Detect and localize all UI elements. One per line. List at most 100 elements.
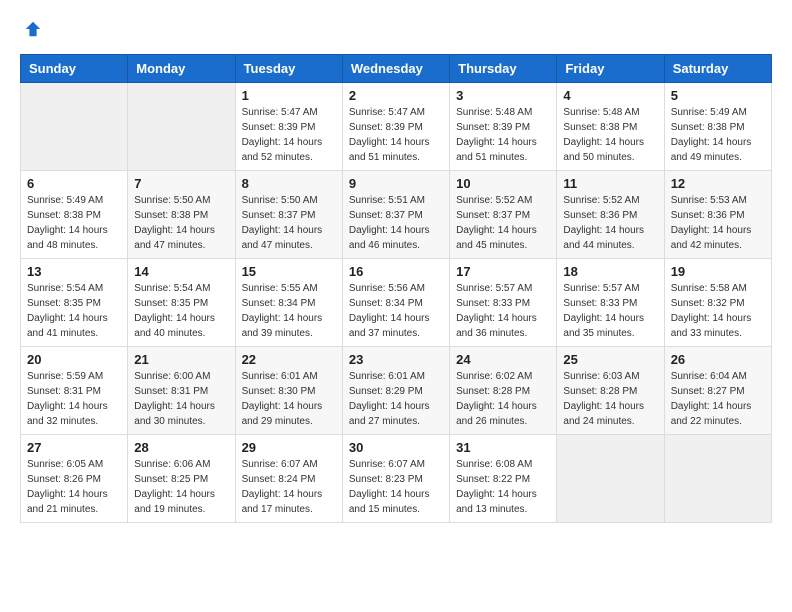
- day-number: 24: [456, 352, 550, 367]
- day-number: 10: [456, 176, 550, 191]
- day-info: Sunrise: 5:52 AMSunset: 8:36 PMDaylight:…: [563, 193, 657, 253]
- day-info: Sunrise: 5:50 AMSunset: 8:37 PMDaylight:…: [242, 193, 336, 253]
- day-info: Sunrise: 6:06 AMSunset: 8:25 PMDaylight:…: [134, 457, 228, 517]
- day-info: Sunrise: 6:00 AMSunset: 8:31 PMDaylight:…: [134, 369, 228, 429]
- calendar-cell: 10 Sunrise: 5:52 AMSunset: 8:37 PMDayligh…: [450, 171, 557, 259]
- day-info: Sunrise: 5:55 AMSunset: 8:34 PMDaylight:…: [242, 281, 336, 341]
- calendar-cell: 3Sunrise: 5:48 AMSunset: 8:39 PMDaylight…: [450, 83, 557, 171]
- calendar-cell: 28 Sunrise: 6:06 AMSunset: 8:25 PMDayligh…: [128, 435, 235, 523]
- day-number: 27: [27, 440, 121, 455]
- day-number: 5: [671, 88, 765, 103]
- day-number: 31: [456, 440, 550, 455]
- day-number: 11: [563, 176, 657, 191]
- day-number: 14: [134, 264, 228, 279]
- day-info: Sunrise: 6:03 AMSunset: 8:28 PMDaylight:…: [563, 369, 657, 429]
- day-number: 4: [563, 88, 657, 103]
- day-info: Sunrise: 5:57 AMSunset: 8:33 PMDaylight:…: [563, 281, 657, 341]
- day-number: 25: [563, 352, 657, 367]
- day-info: Sunrise: 6:07 AMSunset: 8:23 PMDaylight:…: [349, 457, 443, 517]
- day-number: 26: [671, 352, 765, 367]
- day-number: 17: [456, 264, 550, 279]
- day-info: Sunrise: 6:01 AMSunset: 8:29 PMDaylight:…: [349, 369, 443, 429]
- calendar-cell: 23Sunrise: 6:01 AMSunset: 8:29 PMDayligh…: [342, 347, 449, 435]
- calendar-cell: 30 Sunrise: 6:07 AMSunset: 8:23 PMDayligh…: [342, 435, 449, 523]
- logo: [20, 20, 42, 38]
- calendar-cell: 9 Sunrise: 5:51 AMSunset: 8:37 PMDaylight…: [342, 171, 449, 259]
- calendar-cell: 20 Sunrise: 5:59 AMSunset: 8:31 PMDayligh…: [21, 347, 128, 435]
- calendar-week-2: 6Sunrise: 5:49 AMSunset: 8:38 PMDaylight…: [21, 171, 772, 259]
- calendar-cell: 7 Sunrise: 5:50 AMSunset: 8:38 PMDaylight…: [128, 171, 235, 259]
- day-info: Sunrise: 5:49 AMSunset: 8:38 PMDaylight:…: [671, 105, 765, 165]
- day-number: 9: [349, 176, 443, 191]
- calendar-cell: 13 Sunrise: 5:54 AMSunset: 8:35 PMDayligh…: [21, 259, 128, 347]
- day-number: 21: [134, 352, 228, 367]
- weekday-header-friday: Friday: [557, 55, 664, 83]
- calendar-cell: 25 Sunrise: 6:03 AMSunset: 8:28 PMDayligh…: [557, 347, 664, 435]
- day-info: Sunrise: 6:04 AMSunset: 8:27 PMDaylight:…: [671, 369, 765, 429]
- day-number: 20: [27, 352, 121, 367]
- day-info: Sunrise: 5:50 AMSunset: 8:38 PMDaylight:…: [134, 193, 228, 253]
- weekday-header-monday: Monday: [128, 55, 235, 83]
- page-header: [20, 20, 772, 38]
- day-number: 29: [242, 440, 336, 455]
- day-info: Sunrise: 6:02 AMSunset: 8:28 PMDaylight:…: [456, 369, 550, 429]
- calendar-cell: 6Sunrise: 5:49 AMSunset: 8:38 PMDaylight…: [21, 171, 128, 259]
- weekday-header-saturday: Saturday: [664, 55, 771, 83]
- day-info: Sunrise: 5:47 AMSunset: 8:39 PMDaylight:…: [242, 105, 336, 165]
- calendar-cell: 27 Sunrise: 6:05 AMSunset: 8:26 PMDayligh…: [21, 435, 128, 523]
- day-number: 13: [27, 264, 121, 279]
- calendar-cell: [557, 435, 664, 523]
- day-number: 18: [563, 264, 657, 279]
- calendar-cell: 26 Sunrise: 6:04 AMSunset: 8:27 PMDayligh…: [664, 347, 771, 435]
- calendar-cell: 12 Sunrise: 5:53 AMSunset: 8:36 PMDayligh…: [664, 171, 771, 259]
- day-number: 1: [242, 88, 336, 103]
- weekday-header-tuesday: Tuesday: [235, 55, 342, 83]
- day-info: Sunrise: 6:05 AMSunset: 8:26 PMDaylight:…: [27, 457, 121, 517]
- weekday-header-sunday: Sunday: [21, 55, 128, 83]
- calendar-week-3: 13 Sunrise: 5:54 AMSunset: 8:35 PMDayligh…: [21, 259, 772, 347]
- day-info: Sunrise: 5:56 AMSunset: 8:34 PMDaylight:…: [349, 281, 443, 341]
- calendar-cell: 22 Sunrise: 6:01 AMSunset: 8:30 PMDayligh…: [235, 347, 342, 435]
- weekday-header-row: SundayMondayTuesdayWednesdayThursdayFrid…: [21, 55, 772, 83]
- calendar-cell: 24 Sunrise: 6:02 AMSunset: 8:28 PMDayligh…: [450, 347, 557, 435]
- day-number: 19: [671, 264, 765, 279]
- calendar-cell: 18 Sunrise: 5:57 AMSunset: 8:33 PMDayligh…: [557, 259, 664, 347]
- day-number: 22: [242, 352, 336, 367]
- calendar-cell: 14 Sunrise: 5:54 AMSunset: 8:35 PMDayligh…: [128, 259, 235, 347]
- calendar-cell: 8 Sunrise: 5:50 AMSunset: 8:37 PMDaylight…: [235, 171, 342, 259]
- day-info: Sunrise: 5:47 AMSunset: 8:39 PMDaylight:…: [349, 105, 443, 165]
- calendar-cell: 2Sunrise: 5:47 AMSunset: 8:39 PMDaylight…: [342, 83, 449, 171]
- calendar-cell: [21, 83, 128, 171]
- calendar-cell: 19 Sunrise: 5:58 AMSunset: 8:32 PMDayligh…: [664, 259, 771, 347]
- day-info: Sunrise: 5:54 AMSunset: 8:35 PMDaylight:…: [27, 281, 121, 341]
- calendar-cell: [664, 435, 771, 523]
- day-number: 12: [671, 176, 765, 191]
- day-info: Sunrise: 5:54 AMSunset: 8:35 PMDaylight:…: [134, 281, 228, 341]
- day-number: 28: [134, 440, 228, 455]
- calendar-cell: 29 Sunrise: 6:07 AMSunset: 8:24 PMDayligh…: [235, 435, 342, 523]
- day-info: Sunrise: 5:52 AMSunset: 8:37 PMDaylight:…: [456, 193, 550, 253]
- day-number: 8: [242, 176, 336, 191]
- day-info: Sunrise: 6:07 AMSunset: 8:24 PMDaylight:…: [242, 457, 336, 517]
- day-number: 16: [349, 264, 443, 279]
- calendar-cell: 17 Sunrise: 5:57 AMSunset: 8:33 PMDayligh…: [450, 259, 557, 347]
- day-info: Sunrise: 5:49 AMSunset: 8:38 PMDaylight:…: [27, 193, 121, 253]
- day-info: Sunrise: 5:51 AMSunset: 8:37 PMDaylight:…: [349, 193, 443, 253]
- day-info: Sunrise: 5:57 AMSunset: 8:33 PMDaylight:…: [456, 281, 550, 341]
- day-info: Sunrise: 5:58 AMSunset: 8:32 PMDaylight:…: [671, 281, 765, 341]
- calendar-cell: 11 Sunrise: 5:52 AMSunset: 8:36 PMDayligh…: [557, 171, 664, 259]
- day-info: Sunrise: 6:01 AMSunset: 8:30 PMDaylight:…: [242, 369, 336, 429]
- day-number: 7: [134, 176, 228, 191]
- day-info: Sunrise: 5:48 AMSunset: 8:38 PMDaylight:…: [563, 105, 657, 165]
- weekday-header-wednesday: Wednesday: [342, 55, 449, 83]
- day-number: 30: [349, 440, 443, 455]
- calendar-cell: 16 Sunrise: 5:56 AMSunset: 8:34 PMDayligh…: [342, 259, 449, 347]
- day-info: Sunrise: 5:59 AMSunset: 8:31 PMDaylight:…: [27, 369, 121, 429]
- day-info: Sunrise: 5:53 AMSunset: 8:36 PMDaylight:…: [671, 193, 765, 253]
- calendar-cell: [128, 83, 235, 171]
- calendar-cell: 15Sunrise: 5:55 AMSunset: 8:34 PMDayligh…: [235, 259, 342, 347]
- day-info: Sunrise: 5:48 AMSunset: 8:39 PMDaylight:…: [456, 105, 550, 165]
- calendar-cell: 5 Sunrise: 5:49 AMSunset: 8:38 PMDaylight…: [664, 83, 771, 171]
- calendar-week-1: 1 Sunrise: 5:47 AMSunset: 8:39 PMDaylight…: [21, 83, 772, 171]
- day-info: Sunrise: 6:08 AMSunset: 8:22 PMDaylight:…: [456, 457, 550, 517]
